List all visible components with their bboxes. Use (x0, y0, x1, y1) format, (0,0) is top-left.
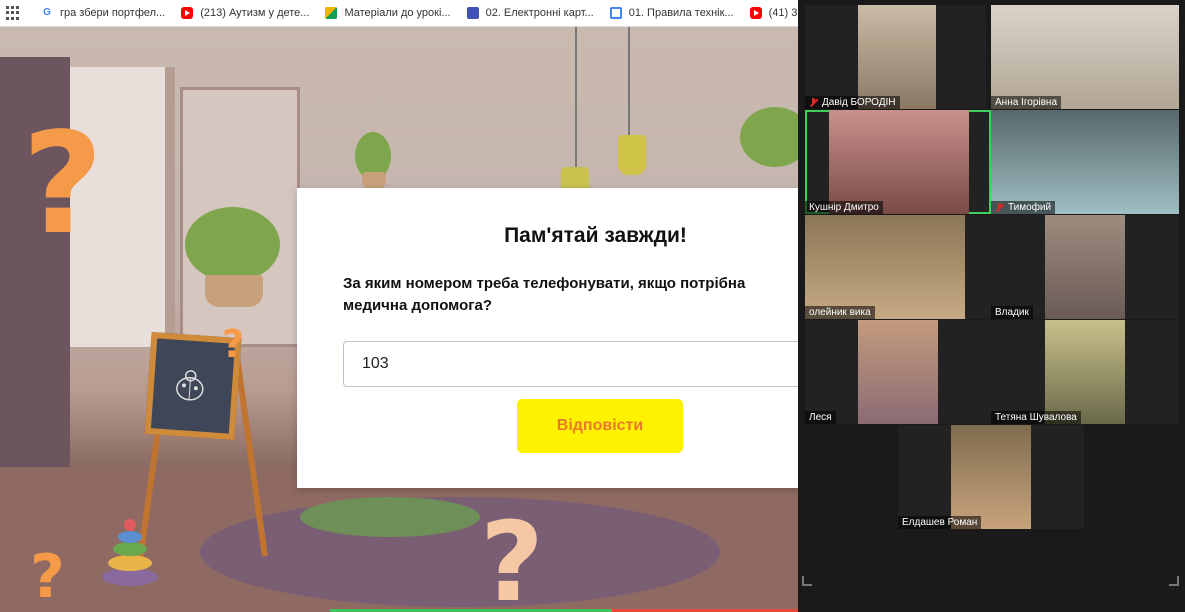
apps-grid-icon[interactable] (6, 6, 19, 20)
youtube-icon (181, 7, 194, 19)
pot (205, 275, 263, 307)
question-dialog: Пам'ятай завжди! За яким номером треба т… (297, 188, 800, 488)
participant-name: Леся (805, 411, 836, 424)
bookmark-label: (41) 3 клас. Інформ... (768, 7, 800, 19)
bookmark-label: Матеріали до урокі... (344, 7, 451, 19)
participant-video (1045, 215, 1125, 319)
bookmark-item[interactable]: G гра збери портфел... (41, 7, 165, 19)
bookmark-label: 01. Правила технік... (628, 7, 734, 19)
lamp (618, 135, 646, 175)
participant-name: Давід БОРОДІН (805, 96, 900, 109)
resize-handle-icon[interactable] (1169, 576, 1179, 586)
participant-tile[interactable]: Давід БОРОДІН (805, 5, 986, 109)
question-mark-icon: ? (480, 498, 544, 612)
question-text: За яким номером треба телефонувати, якщо… (343, 275, 746, 314)
participant-name: Анна Ігорівна (991, 96, 1062, 109)
question-mark-icon: ? (30, 542, 65, 612)
bookmarks-bar: G гра збери портфел... (213) Аутизм у де… (0, 0, 800, 27)
bookmark-label: 02. Електронні карт... (485, 7, 594, 19)
lamp-cord (575, 27, 577, 177)
plant (185, 207, 280, 282)
participant-tile[interactable]: Владик (991, 215, 1179, 319)
participant-tile[interactable]: Елдашев Роман (898, 425, 1084, 529)
youtube-icon (749, 7, 762, 19)
participant-video (829, 110, 969, 214)
kids-table (300, 497, 480, 537)
participant-video (858, 5, 936, 109)
participant-name: олейник вика (805, 306, 875, 319)
participant-tile[interactable]: Кушнір Дмитро (805, 110, 991, 214)
bookmark-item[interactable]: (213) Аутизм у дете... (181, 7, 309, 19)
participant-video (951, 425, 1031, 529)
dialog-title: Пам'ятай завжди! (504, 224, 687, 247)
participant-tile[interactable]: Тетяна Шувалова (991, 320, 1179, 424)
bookmark-item[interactable]: 01. Правила технік... (609, 7, 734, 19)
calendar-icon (609, 7, 622, 19)
toy-pyramid-icon (102, 519, 158, 586)
participant-tile[interactable]: Тимофий (991, 110, 1179, 214)
question-mark-icon: ? (22, 103, 104, 266)
plant (740, 107, 800, 167)
question-mark-icon: ? (222, 322, 245, 366)
google-icon: G (41, 7, 53, 19)
participant-video (1045, 320, 1125, 424)
bookmark-label: (213) Аутизм у дете... (200, 7, 310, 19)
participant-video (858, 320, 938, 424)
mic-muted-icon (995, 202, 1004, 213)
answer-input[interactable] (343, 341, 800, 387)
answer-button[interactable]: Відповісти (517, 399, 683, 453)
participant-name: Тетяна Шувалова (991, 411, 1081, 424)
participant-name: Тимофий (991, 201, 1056, 214)
drive-icon (325, 7, 338, 19)
participant-tile[interactable]: олейник вика (805, 215, 991, 319)
participant-video (805, 215, 965, 319)
bookmark-item[interactable]: (41) 3 клас. Інформ... (749, 7, 800, 19)
bookmark-item[interactable]: 02. Електронні карт... (466, 7, 594, 19)
participant-name: Владик (991, 306, 1033, 319)
doc-icon (466, 7, 479, 19)
participant-video (991, 5, 1179, 109)
participant-tile[interactable]: Леся (805, 320, 991, 424)
lamp-cord (628, 27, 630, 137)
participant-tile[interactable]: Анна Ігорівна (991, 5, 1179, 109)
participant-name: Елдашев Роман (898, 516, 982, 529)
bookmark-item[interactable]: Матеріали до урокі... (325, 7, 451, 19)
mic-muted-icon (809, 97, 818, 108)
participant-name: Кушнір Дмитро (805, 201, 883, 214)
resize-handle-icon[interactable] (802, 576, 812, 586)
participant-video (991, 110, 1179, 214)
video-call-panel: Давід БОРОДІН Анна Ігорівна Кушнір Дмитр… (798, 0, 1185, 612)
bookmark-label: гра збери портфел... (60, 7, 166, 19)
